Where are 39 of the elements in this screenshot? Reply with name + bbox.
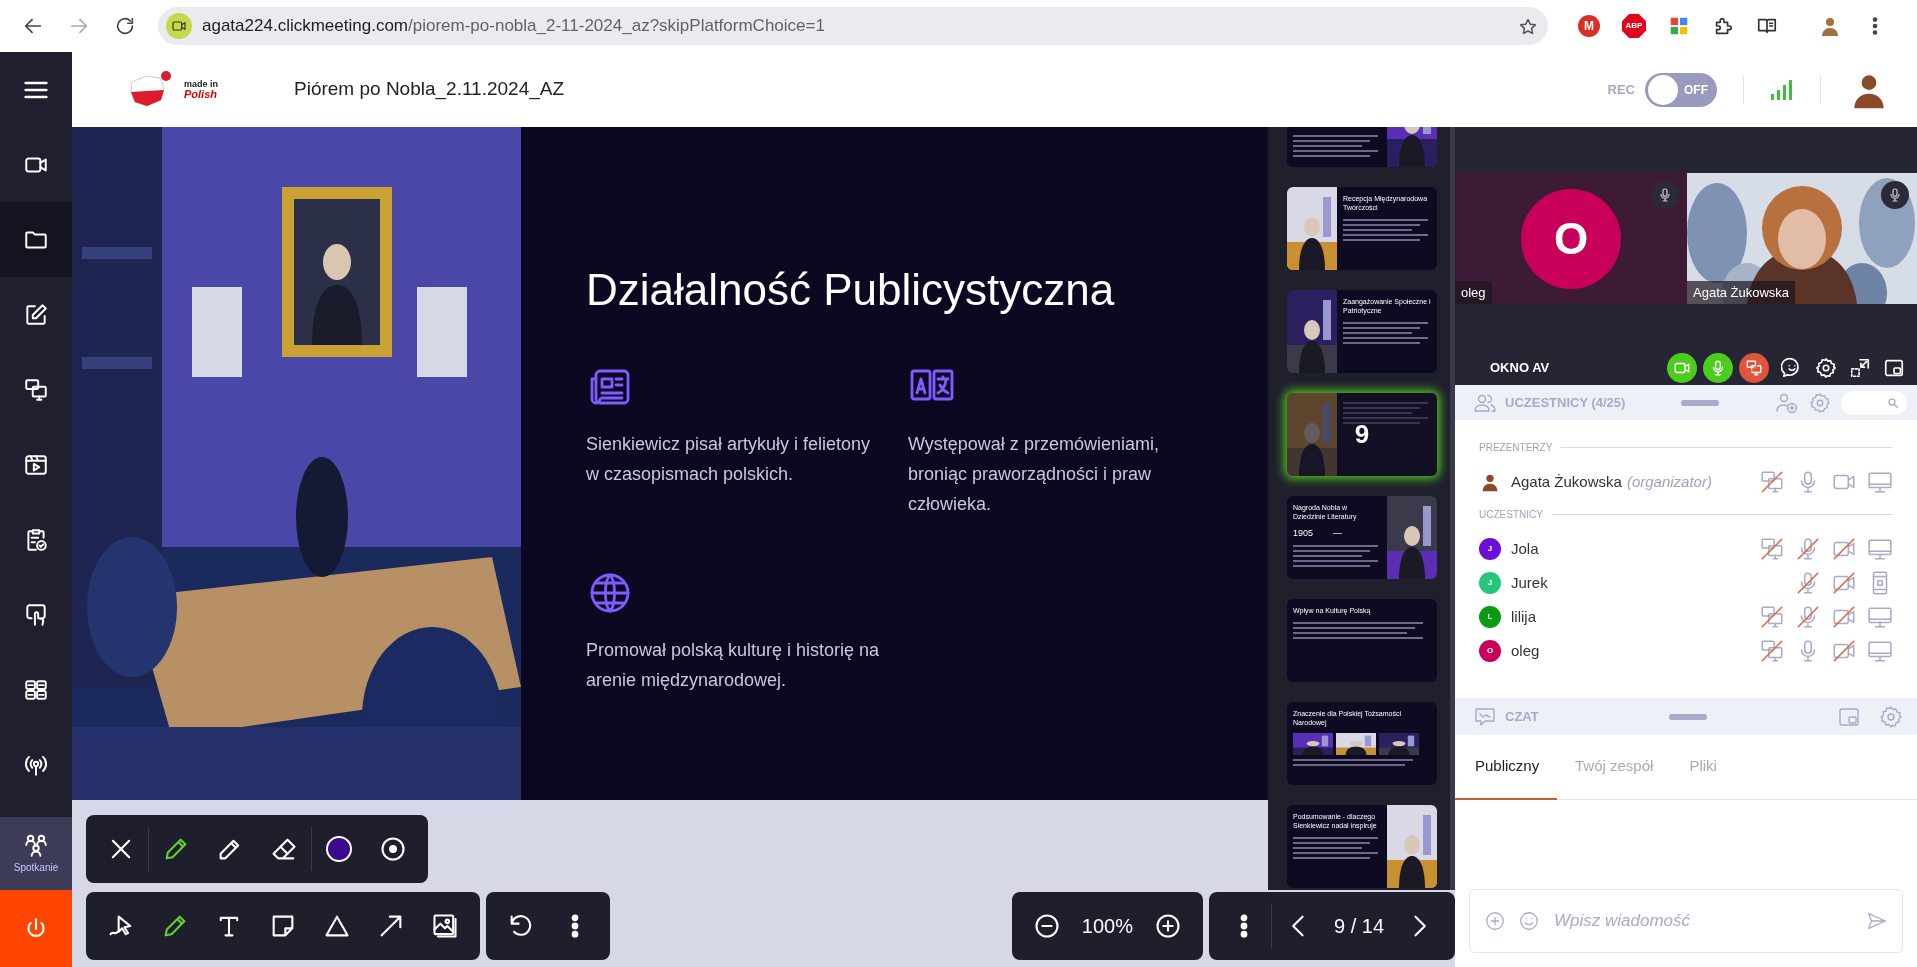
participant-name: oleg <box>1511 640 1540 661</box>
url-text: agata224.clickmeeting.com/piorem-po-nobla_2-11-2024_az?skipPlatformChoice=1 <box>202 15 825 38</box>
avatar: J <box>1479 572 1501 594</box>
avatar: J <box>1479 538 1501 560</box>
participant-name: Agata Żukowska <box>1511 471 1622 492</box>
extension-icon[interactable]: M <box>1578 15 1600 37</box>
stat-value: 1905 <box>1293 526 1314 540</box>
slide-title: Działalność Publicystyczna <box>586 264 1116 316</box>
chat-title: CZAT <box>1505 707 1539 726</box>
chat-tab[interactable]: Publiczny <box>1455 735 1557 800</box>
slide-thumbnail[interactable]: 9 <box>1287 393 1437 476</box>
stat-value: — <box>1333 526 1343 540</box>
message-field[interactable]: Wpisz wiadomość <box>1469 889 1903 953</box>
participant-name: Jurek <box>1511 572 1548 593</box>
panel-title: OKNO AV <box>1490 358 1550 377</box>
slide-text: Występował z przemówieniami, broniąc praworządności i praw człowieka. <box>908 433 1160 516</box>
participant-name: Agata Żukowska <box>1687 280 1796 304</box>
avatar: L <box>1479 606 1501 628</box>
page-indicator: 9 / 14 <box>1334 914 1385 939</box>
participant-name: oleg <box>1455 280 1492 304</box>
message-input[interactable]: Wpisz wiadomość <box>1552 907 1854 935</box>
slide-text: Promował polską kulturę i historię na arenie międzynarodowej. <box>586 639 881 692</box>
logo-text: made in Polish <box>184 79 218 100</box>
address-bar[interactable]: agata224.clickmeeting.com/piorem-po-nobla_2-11-2024_az?skipPlatformChoice=1 <box>158 7 1548 45</box>
meeting-tab[interactable]: Spotkanie <box>0 817 72 890</box>
participant-name: lilija <box>1511 606 1536 627</box>
rec-label: REC <box>1607 80 1635 99</box>
participants-title: UCZESTNICY (4/25) <box>1505 393 1626 412</box>
slide-text: Sienkiewicz pisał artykuły i felietony w czasopismach polskich. <box>586 433 872 486</box>
zoom-level: 100% <box>1081 914 1133 939</box>
participant-name: Jola <box>1511 538 1539 559</box>
participant-role: (organizator) <box>1626 471 1712 492</box>
group-label: UCZESTNICY <box>1479 508 1543 522</box>
meeting-title: Piórem po Nobla_2.11.2024_AZ <box>294 77 565 102</box>
adblock-icon[interactable]: ABP <box>1622 14 1646 38</box>
slide-number: 9 <box>1354 418 1370 451</box>
avatar: O <box>1479 640 1501 662</box>
avatar: O <box>1521 188 1621 289</box>
group-label: PREZENTERZY <box>1479 441 1553 455</box>
